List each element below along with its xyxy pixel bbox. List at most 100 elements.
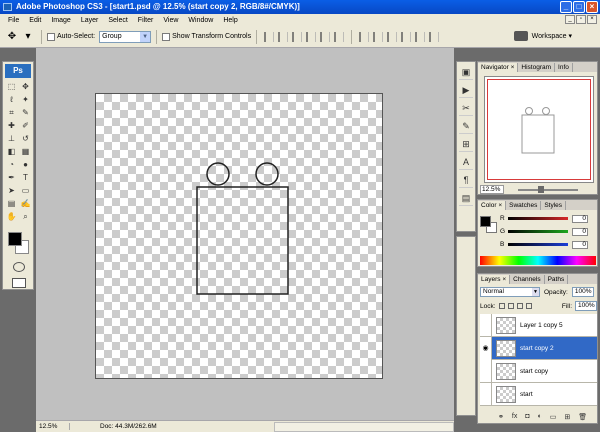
eye-icon[interactable]: ◉ [480,336,492,360]
distribute-bottom-icon[interactable] [387,31,398,42]
show-transform-checkbox[interactable] [162,32,171,41]
distribute-right-icon[interactable] [429,31,440,42]
minimize-button[interactable]: _ [560,1,572,13]
shape-tool-icon[interactable]: ▭ [19,185,32,197]
new-layer-icon[interactable]: ⊞ [564,413,570,421]
tab-styles[interactable]: Styles [541,201,567,210]
align-top-icon[interactable] [264,31,275,42]
layer-row[interactable]: Layer 1 copy 5 [480,313,597,337]
marquee-tool-icon[interactable]: ⬚ [5,81,18,93]
tool-presets-icon[interactable]: ✂ [459,100,473,116]
blue-slider[interactable] [508,243,568,246]
move-tool-icon[interactable]: ✥ [4,30,20,44]
color-spectrum-ramp[interactable] [480,256,596,265]
maximize-button[interactable]: □ [573,1,585,13]
clone-source-icon[interactable]: ⊞ [459,136,473,152]
green-slider[interactable] [508,230,568,233]
tab-channels[interactable]: Channels [510,275,545,284]
red-slider[interactable] [508,217,568,220]
menu-select[interactable]: Select [103,17,132,24]
doc-restore-button[interactable]: ▫ [576,15,586,24]
blur-tool-icon[interactable]: ◔ [5,159,18,171]
magic-wand-tool-icon[interactable]: ✦ [19,94,32,106]
align-right-icon[interactable] [334,31,345,42]
distribute-hcenter-icon[interactable] [415,31,426,42]
hand-tool-icon[interactable]: ✋ [5,211,18,223]
blue-value[interactable]: 0 [572,240,588,249]
align-hcenter-icon[interactable] [320,31,331,42]
menu-file[interactable]: File [3,17,24,24]
lock-transparent-icon[interactable] [498,303,505,309]
tab-color[interactable]: Color × [478,201,507,210]
new-group-icon[interactable]: ▭ [550,413,557,421]
adjustment-layer-icon[interactable]: ◐ [538,413,542,421]
path-selection-icon[interactable]: ➤ [5,185,18,197]
link-layers-icon[interactable]: ⚭ [498,413,504,421]
navigator-zoom-slider[interactable] [518,189,578,191]
color-foreground-swatch[interactable] [480,216,491,227]
brush-tool-icon[interactable]: ✐ [19,120,32,132]
menu-layer[interactable]: Layer [76,17,104,24]
distribute-left-icon[interactable] [401,31,412,42]
screen-mode-icon[interactable] [12,278,26,288]
horizontal-scrollbar[interactable] [274,421,454,432]
layer-row[interactable]: start copy [480,359,597,383]
navigator-preview[interactable] [484,76,594,183]
green-value[interactable]: 0 [572,227,588,236]
tab-swatches[interactable]: Swatches [506,201,542,210]
doc-close-button[interactable]: × [587,15,597,24]
quick-mask-icon[interactable] [13,262,25,272]
move-tool-icon[interactable]: ✥ [19,81,32,93]
visibility-toggle[interactable] [480,382,492,406]
workspace-menu[interactable]: Workspace ▾ [532,32,572,40]
trash-icon[interactable]: 🗑 [578,413,587,421]
navigator-zoom-field[interactable]: 12.5% [480,185,504,194]
tab-histogram[interactable]: Histogram [518,63,556,72]
close-button[interactable]: × [586,1,598,13]
crop-tool-icon[interactable]: ⌗ [5,107,18,119]
lock-position-icon[interactable] [516,303,523,309]
fill-field[interactable]: 100% [575,301,597,311]
type-tool-icon[interactable]: T [19,172,32,184]
character-panel-icon[interactable]: A [459,154,473,170]
clone-stamp-icon[interactable]: ⊥ [5,133,18,145]
paragraph-panel-icon[interactable]: ¶ [459,172,473,188]
menu-view[interactable]: View [158,17,183,24]
tool-preset-dropdown-icon[interactable]: ▾ [20,30,36,44]
zoom-level[interactable]: 12.5% [36,423,70,430]
layer-row[interactable]: start [480,382,597,406]
foreground-color-swatch[interactable] [8,232,22,246]
healing-brush-icon[interactable]: ✚ [5,120,18,132]
notes-tool-icon[interactable]: ▤ [5,198,18,210]
document-canvas[interactable] [95,93,383,379]
auto-select-checkbox[interactable] [47,32,55,41]
navigator-view-box[interactable] [487,79,591,180]
ps-logo[interactable]: Ps [5,64,31,78]
red-value[interactable]: 0 [572,214,588,223]
blend-mode-dropdown[interactable]: Normal ▼ [480,287,540,297]
doc-minimize-button[interactable]: _ [565,15,575,24]
slice-tool-icon[interactable]: ✎ [19,107,32,119]
distribute-vcenter-icon[interactable] [373,31,384,42]
brushes-panel-icon[interactable]: ✎ [459,118,473,134]
tab-layers[interactable]: Layers × [478,275,511,284]
lock-all-icon[interactable] [525,303,532,309]
dodge-tool-icon[interactable]: ● [19,159,32,171]
actions-panel-icon[interactable]: ▶ [459,82,473,98]
tab-navigator[interactable]: Navigator × [478,63,519,72]
layer-row-selected[interactable]: ◉ start copy 2 [480,336,597,360]
eraser-tool-icon[interactable]: ◧ [5,146,18,158]
bridge-camera-icon[interactable] [513,31,528,41]
visibility-toggle[interactable] [480,359,492,383]
history-panel-icon[interactable]: ▣ [459,64,473,80]
align-left-icon[interactable] [306,31,317,42]
opacity-field[interactable]: 100% [571,287,594,297]
auto-select-dropdown[interactable]: Group ▼ [99,30,152,43]
visibility-toggle[interactable] [480,313,492,337]
zoom-tool-icon[interactable]: ⌕ [19,211,32,223]
zoom-slider-handle[interactable] [538,186,544,193]
tab-info[interactable]: Info [555,63,573,72]
pen-tool-icon[interactable]: ✒ [5,172,18,184]
eyedropper-tool-icon[interactable]: ✍ [19,198,32,210]
distribute-top-icon[interactable] [359,31,370,42]
